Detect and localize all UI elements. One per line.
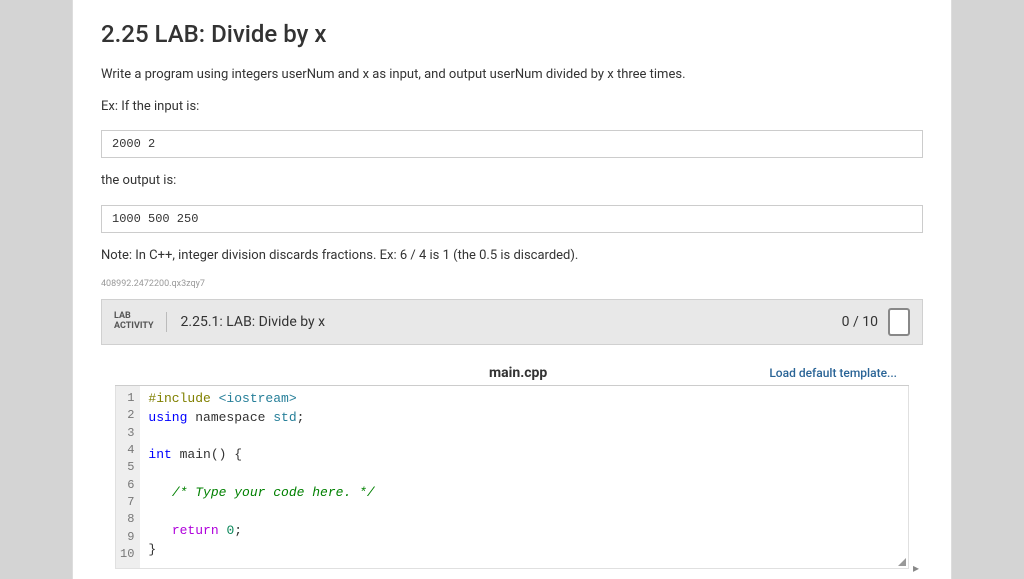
example-input-label: Ex: If the input is: <box>101 98 923 116</box>
activity-title: 2.25.1: LAB: Divide by x <box>181 314 842 330</box>
line-gutter: 1 2 3 4 5 6 7 8 9 10 <box>116 386 140 568</box>
instructions: Write a program using integers userNum a… <box>101 66 923 289</box>
intro-text: Write a program using integers userNum a… <box>101 66 923 84</box>
activity-score: 0 / 10 <box>842 314 878 330</box>
lab-title: 2.25 LAB: Divide by x <box>101 20 923 48</box>
resize-handle-icon[interactable] <box>898 558 906 566</box>
line-number: 6 <box>120 477 134 494</box>
editor-header: main.cpp Load default template... <box>115 359 909 386</box>
line-number: 1 <box>120 390 134 407</box>
code-editor[interactable]: 1 2 3 4 5 6 7 8 9 10 #include <iostream>… <box>115 386 909 569</box>
score-box-icon[interactable] <box>888 308 910 336</box>
chevron-right-icon[interactable]: ▸ <box>913 561 919 575</box>
load-template-link[interactable]: Load default template... <box>769 366 897 380</box>
line-number: 2 <box>120 407 134 424</box>
line-number: 8 <box>120 511 134 528</box>
line-number: 10 <box>120 546 134 563</box>
line-number: 3 <box>120 425 134 442</box>
line-number: 4 <box>120 442 134 459</box>
fine-print: 408992.2472200.qx3zqy7 <box>101 279 923 289</box>
lab-content: 2.25 LAB: Divide by x Write a program us… <box>72 0 952 579</box>
example-output-label: the output is: <box>101 172 923 190</box>
line-number: 5 <box>120 459 134 476</box>
example-input: 2000 2 <box>101 130 923 158</box>
activity-label: LAB ACTIVITY <box>114 312 167 332</box>
note-text: Note: In C++, integer division discards … <box>101 247 923 265</box>
activity-label-line2: ACTIVITY <box>114 322 154 332</box>
line-number: 7 <box>120 494 134 511</box>
line-number: 9 <box>120 529 134 546</box>
code-body[interactable]: #include <iostream> using namespace std;… <box>140 386 908 568</box>
editor-filename: main.cpp <box>267 365 769 381</box>
activity-bar: LAB ACTIVITY 2.25.1: LAB: Divide by x 0 … <box>101 299 923 345</box>
example-output: 1000 500 250 <box>101 205 923 233</box>
